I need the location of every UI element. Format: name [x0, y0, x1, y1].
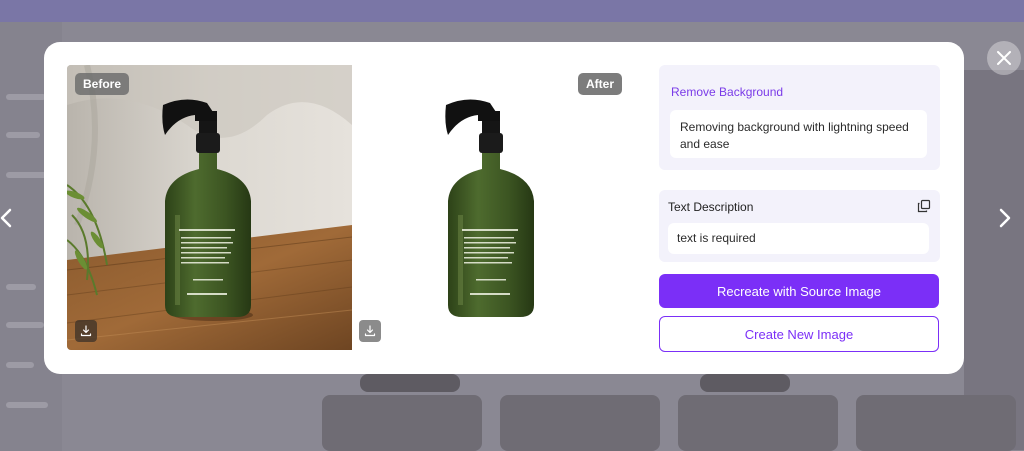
background-card — [500, 395, 660, 451]
background-card — [700, 374, 790, 392]
next-button[interactable] — [995, 205, 1015, 231]
previous-button[interactable] — [0, 205, 16, 231]
after-image — [352, 65, 637, 350]
copy-icon — [917, 199, 931, 213]
after-photo — [445, 99, 534, 317]
feature-description: Removing background with lightning speed… — [670, 110, 927, 158]
background-card — [360, 374, 460, 392]
close-button[interactable] — [987, 41, 1021, 75]
close-icon — [997, 51, 1011, 65]
download-after-button[interactable] — [359, 320, 381, 342]
text-description-label: Text Description — [668, 200, 754, 214]
recreate-with-source-button[interactable]: Recreate with Source Image — [659, 274, 939, 308]
after-label: After — [578, 73, 623, 95]
feature-title: Remove Background — [671, 85, 784, 99]
background-topbar — [0, 0, 1024, 22]
chevron-right-icon — [999, 208, 1011, 228]
chevron-left-icon — [0, 208, 12, 228]
background-card — [678, 395, 838, 451]
download-icon — [364, 325, 376, 337]
download-before-button[interactable] — [75, 320, 97, 342]
before-image — [67, 65, 352, 350]
text-description-field[interactable]: text is required — [668, 223, 929, 254]
copy-button[interactable] — [917, 199, 931, 213]
background-card — [322, 395, 482, 451]
background-gallery-edge — [964, 70, 1024, 450]
before-label: Before — [75, 73, 130, 95]
create-new-image-button[interactable]: Create New Image — [659, 316, 939, 352]
background-card — [856, 395, 1016, 451]
download-icon — [80, 325, 92, 337]
before-photo — [67, 65, 352, 350]
